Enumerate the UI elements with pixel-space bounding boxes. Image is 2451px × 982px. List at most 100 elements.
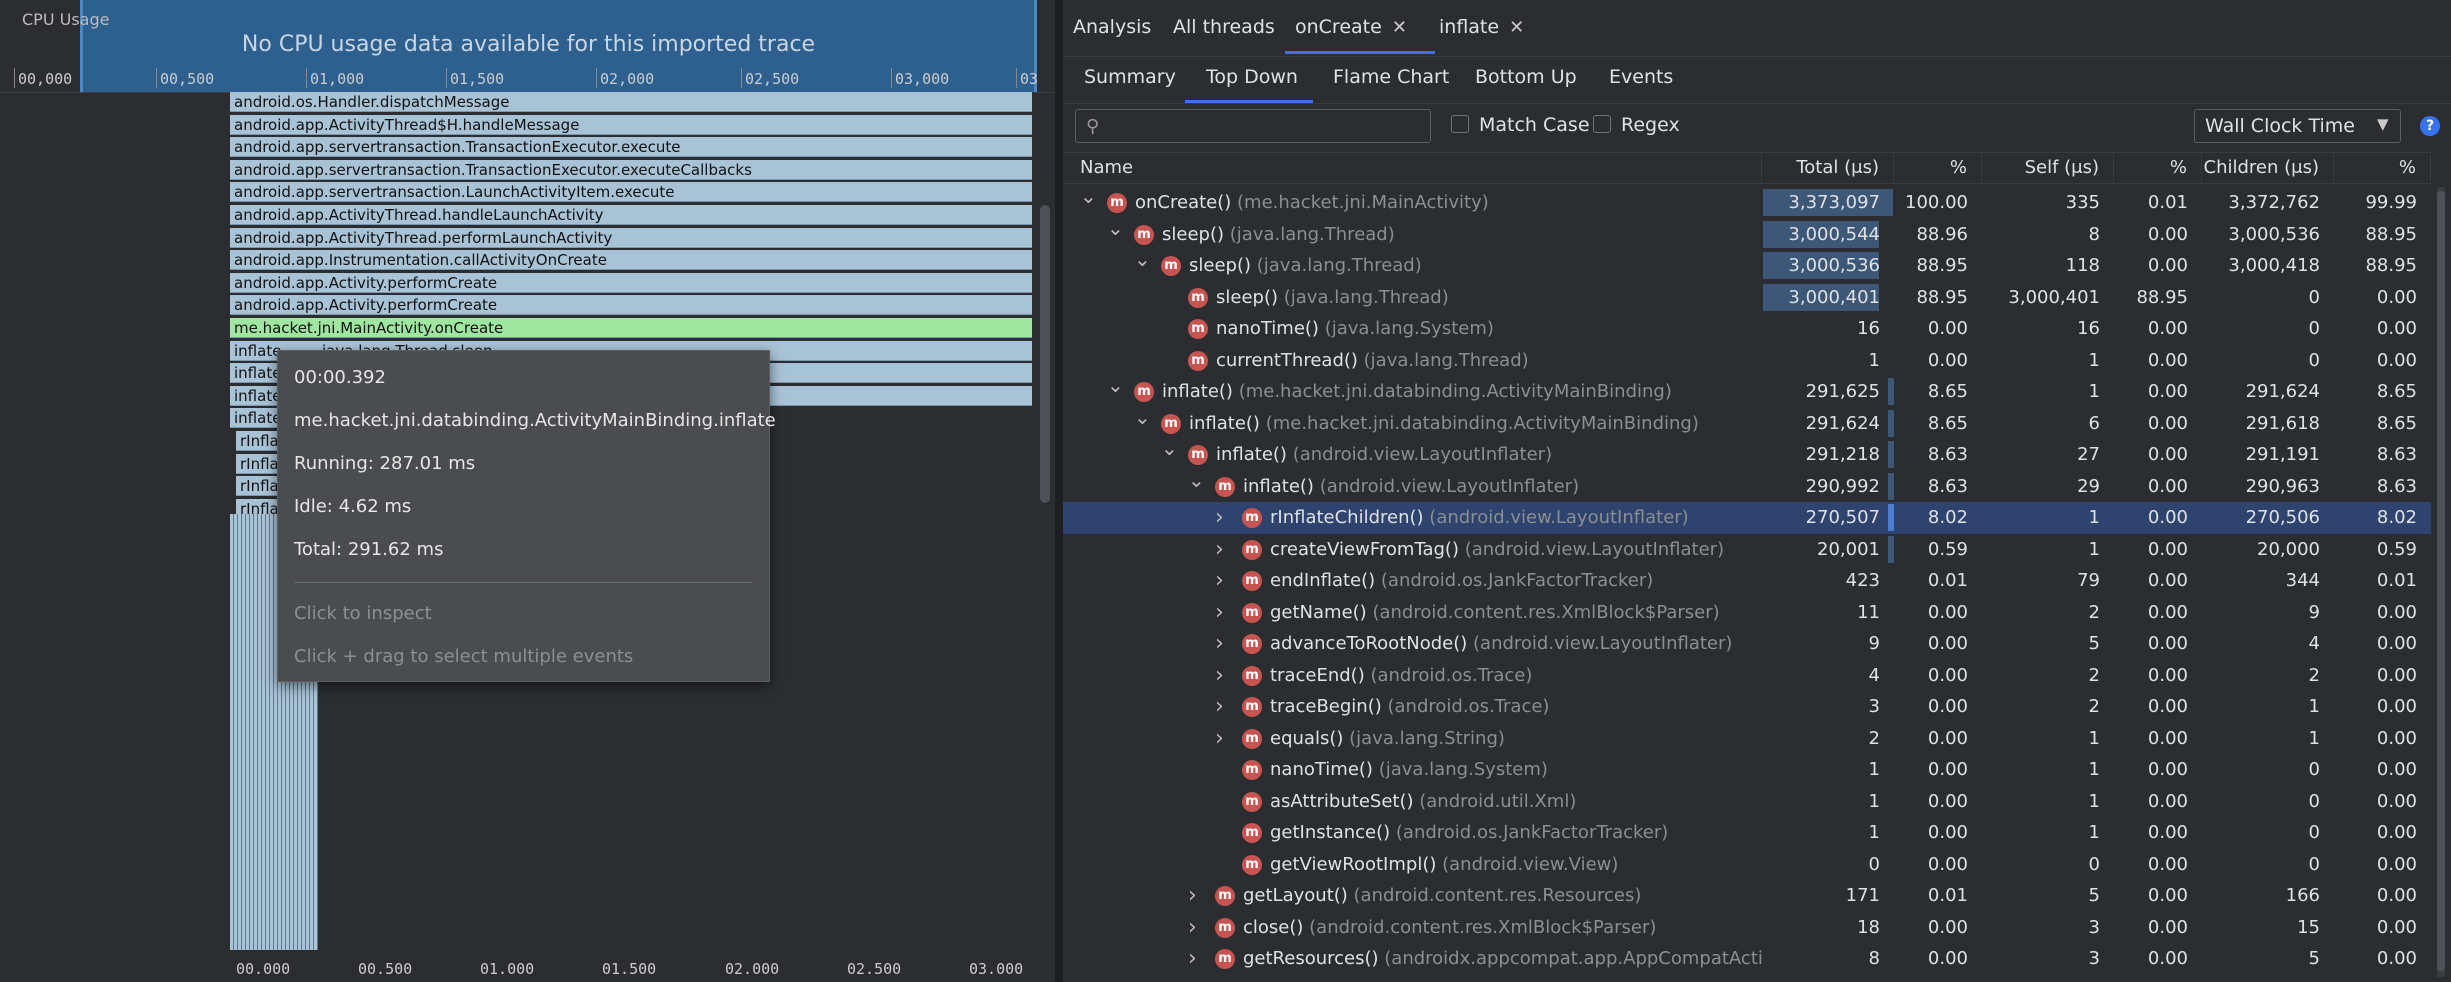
call-frame[interactable]: android.os.Handler.dispatchMessage (230, 92, 1032, 112)
tab-analysis[interactable]: Analysis (1073, 16, 1151, 38)
top-down-tree: ⌄ m onCreate() (me.hacket.jni.MainActivity… (1063, 184, 2431, 982)
chevron-down-icon[interactable]: ⌄ (1107, 213, 1124, 244)
table-row[interactable]: › m advanceToRootNode() (android.view.Layo… (1063, 628, 2431, 660)
tooltip-hint-drag: Click + drag to select multiple events (294, 646, 634, 667)
method-cell: m sleep() (java.lang.Thread) (1134, 219, 1762, 251)
table-row[interactable]: ⌄ m sleep() (java.lang.Thread) 3,000,536 88.… (1063, 247, 2431, 282)
column-self-percent[interactable]: % (2114, 153, 2202, 183)
call-frame[interactable]: android.app.ActivityThread.performLaunch… (230, 227, 1032, 248)
chevron-right-icon[interactable]: › (1215, 502, 1224, 533)
tab-inflate[interactable]: inflate ✕ (1439, 16, 1524, 38)
cell-tp: 0.00 (1927, 349, 1968, 371)
chevron-right-icon[interactable]: › (1188, 912, 1197, 943)
chevron-right-icon[interactable]: › (1215, 534, 1224, 565)
table-row[interactable]: ⌄ m inflate() (me.hacket.jni.databinding.A… (1063, 373, 2431, 408)
chevron-right-icon[interactable]: › (1215, 691, 1224, 722)
chevron-down-icon[interactable]: ⌄ (1107, 370, 1124, 401)
chevron-down-icon[interactable]: ⌄ (1134, 244, 1151, 275)
tab-summary[interactable]: Summary (1084, 66, 1176, 88)
table-row[interactable]: m nanoTime() (java.lang.System) 1 0.00 1 0.00… (1063, 754, 2431, 786)
column-children[interactable]: Children (μs) (2202, 153, 2334, 183)
call-frame[interactable]: android.app.servertransaction.Transactio… (230, 137, 1032, 158)
table-row[interactable]: › m getResources() (androidx.appcompat.app… (1063, 943, 2431, 975)
clock-type-dropdown[interactable]: Wall Clock Time ▼ (2194, 109, 2401, 143)
call-frame[interactable]: android.app.Instrumentation.callActivity… (230, 250, 1032, 271)
table-row[interactable]: m sleep() (java.lang.Thread) 3,000,401 88.9… (1063, 282, 2431, 314)
table-row[interactable]: › m equals() (java.lang.String) 2 0.00 1 0.00 1… (1063, 723, 2431, 755)
method-cell: m traceBegin() (android.os.Trace) (1242, 691, 1762, 723)
cell-children: 3,372,762 (2228, 192, 2320, 213)
column-children-percent[interactable]: % (2334, 153, 2431, 183)
table-row[interactable]: ⌄ m onCreate() (me.hacket.jni.MainActivity… (1063, 184, 2431, 219)
tab-all-threads[interactable]: All threads (1173, 16, 1275, 38)
scrollbar-thumb[interactable] (2437, 191, 2445, 971)
call-frame[interactable]: android.app.servertransaction.LaunchActi… (230, 182, 1032, 203)
call-frame[interactable]: android.app.ActivityThread$H.handleMessa… (230, 114, 1032, 135)
chevron-right-icon[interactable]: › (1188, 880, 1197, 911)
tab-bottom-up[interactable]: Bottom Up (1475, 66, 1577, 88)
cell-total: 3,000,536 (1788, 255, 1880, 276)
column-total-percent[interactable]: % (1894, 153, 1982, 183)
method-name: getViewRootImpl() (1270, 853, 1437, 875)
chevron-down-icon[interactable]: ⌄ (1161, 433, 1178, 464)
match-case-checkbox[interactable] (1451, 115, 1469, 133)
call-frame[interactable]: android.app.Activity.performCreate (230, 295, 1032, 316)
cell-cp: 0.01 (2376, 570, 2417, 591)
table-row[interactable]: ⌄ m inflate() (me.hacket.jni.databinding.A… (1063, 405, 2431, 440)
filter-search-input[interactable]: ⚲ (1075, 109, 1431, 143)
cell-children: 291,191 (2245, 444, 2320, 465)
table-row[interactable]: ⌄ m inflate() (android.view.LayoutInflater… (1063, 468, 2431, 503)
table-row[interactable]: m getViewRootImpl() (android.view.View) 0 0… (1063, 849, 2431, 881)
tab-events[interactable]: Events (1609, 66, 1673, 88)
tab-oncreate[interactable]: onCreate ✕ (1295, 16, 1407, 38)
table-row[interactable]: › m traceBegin() (android.os.Trace) 3 0.00 2 0… (1063, 691, 2431, 723)
chevron-right-icon[interactable]: › (1215, 628, 1224, 659)
table-row[interactable]: › m close() (android.content.res.XmlBlock$… (1063, 912, 2431, 944)
table-row[interactable]: m getInstance() (android.os.JankFactorTra… (1063, 817, 2431, 849)
chevron-down-icon[interactable]: ⌄ (1188, 465, 1205, 496)
cell-children: 20,000 (2257, 538, 2320, 560)
regex-label: Regex (1621, 114, 1680, 136)
table-row[interactable]: m currentThread() (java.lang.Thread) 1 0.00… (1063, 345, 2431, 377)
call-frame[interactable]: android.app.ActivityThread.handleLaunchA… (230, 205, 1032, 225)
call-frame[interactable]: android.app.servertransaction.Transactio… (230, 159, 1032, 180)
call-frame[interactable]: me.hacket.jni.MainActivity.onCreate (230, 318, 1032, 338)
column-name[interactable]: Name (1063, 153, 1762, 183)
table-row[interactable]: ⌄ m inflate() (android.view.LayoutInflater… (1063, 436, 2431, 471)
pane-splitter[interactable] (1055, 0, 1063, 982)
method-name: currentThread() (1216, 349, 1358, 371)
close-icon[interactable]: ✕ (1392, 17, 1407, 38)
table-row[interactable]: › m getName() (android.content.res.XmlBloc… (1063, 597, 2431, 629)
help-icon[interactable]: ? (2420, 116, 2440, 136)
chevron-right-icon[interactable]: › (1215, 565, 1224, 596)
table-scrollbar[interactable] (2437, 187, 2445, 977)
close-icon[interactable]: ✕ (1509, 17, 1524, 38)
table-row[interactable]: › m endInflate() (android.os.JankFactorTra… (1063, 565, 2431, 597)
table-row[interactable]: › m getLayout() (android.content.res.Resou… (1063, 880, 2431, 912)
chevron-down-icon[interactable]: ⌄ (1080, 181, 1097, 212)
call-frame[interactable]: android.app.Activity.performCreate (230, 272, 1032, 293)
column-self[interactable]: Self (μs) (1982, 153, 2114, 183)
chevron-right-icon[interactable]: › (1215, 660, 1224, 691)
tab-flame-chart[interactable]: Flame Chart (1333, 66, 1449, 88)
table-row[interactable]: ⌄ m sleep() (java.lang.Thread) 3,000,544 88.… (1063, 216, 2431, 251)
call-chart-scrollbar[interactable] (1040, 205, 1050, 503)
cell-tp: 8.65 (1927, 412, 1968, 434)
table-row[interactable]: › m createViewFromTag() (android.view.Layo… (1063, 534, 2431, 566)
cell-cp: 8.65 (2376, 381, 2417, 402)
table-row[interactable]: m asAttributeSet() (android.util.Xml) 1 0.0… (1063, 786, 2431, 818)
chevron-right-icon[interactable]: › (1215, 723, 1224, 754)
table-row[interactable]: › m traceEnd() (android.os.Trace) 4 0.00 2 0.0… (1063, 660, 2431, 692)
cell-self: 27 (2077, 444, 2100, 465)
regex-checkbox[interactable] (1593, 115, 1611, 133)
chevron-down-icon[interactable]: ⌄ (1134, 402, 1151, 433)
chevron-right-icon[interactable]: › (1215, 597, 1224, 628)
cpu-usage-track[interactable]: CPU Usage No CPU usage data available fo… (0, 0, 1055, 93)
table-row[interactable]: › m rInflateChildren() (android.view.Layou… (1063, 502, 2431, 534)
method-icon: m (1161, 256, 1181, 276)
column-total[interactable]: Total (μs) (1762, 153, 1894, 183)
cell-sp: 0.00 (2147, 853, 2188, 875)
table-row[interactable]: m nanoTime() (java.lang.System) 16 0.00 16 0.… (1063, 313, 2431, 345)
chevron-right-icon[interactable]: › (1188, 943, 1197, 974)
tab-top-down[interactable]: Top Down (1206, 66, 1298, 88)
